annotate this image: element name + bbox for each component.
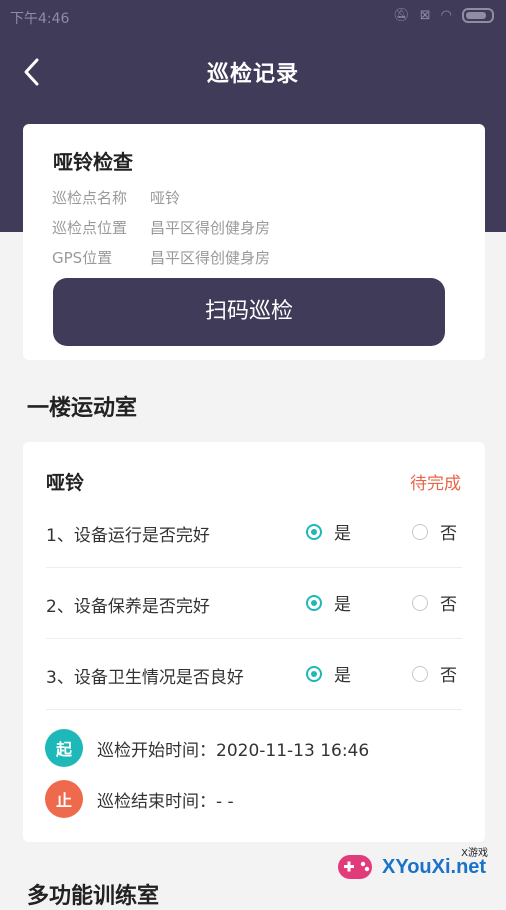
option-no[interactable]: 否 bbox=[412, 519, 457, 544]
radio-unchecked-icon[interactable] bbox=[412, 594, 428, 611]
radio-checked-icon[interactable] bbox=[306, 523, 322, 540]
start-time-row: 起 巡检开始时间：2020-11-13 16:46 bbox=[45, 729, 369, 767]
info-label: 巡检点名称 bbox=[52, 189, 128, 207]
radio-unchecked-icon[interactable] bbox=[412, 523, 428, 540]
mute-icon: 🔕︎ bbox=[393, 8, 410, 23]
info-label: 巡检点位置 bbox=[52, 219, 128, 237]
end-time-row: 止 巡检结束时间：- - bbox=[45, 780, 234, 818]
start-badge: 起 bbox=[45, 729, 83, 767]
option-yes-label: 是 bbox=[334, 524, 351, 544]
status-bar: 下午4:46 🔕︎ ⊠ ◠ bbox=[0, 0, 506, 34]
wifi-icon: ◠ bbox=[440, 8, 452, 23]
sim-icon: ⊠ bbox=[419, 8, 431, 23]
battery-icon bbox=[462, 8, 494, 23]
status-badge: 待完成 bbox=[410, 474, 461, 494]
inspection-point-card: 哑铃检查 巡检点名称 哑铃 巡检点位置 昌平区得创健身房 GPS位置 昌平区得创健身房… bbox=[23, 124, 485, 360]
radio-checked-icon[interactable] bbox=[306, 665, 322, 682]
option-yes-label: 是 bbox=[334, 595, 351, 615]
watermark: XYouXi.net X游戏 bbox=[332, 842, 502, 892]
option-yes[interactable]: 是 bbox=[306, 661, 351, 686]
question-text: 2、设备保养是否完好 bbox=[46, 597, 210, 617]
item-name: 哑铃 bbox=[46, 472, 85, 494]
info-value: 哑铃 bbox=[150, 189, 181, 207]
watermark-small-text: X游戏 bbox=[461, 848, 488, 859]
status-time: 下午4:46 bbox=[10, 11, 70, 27]
radio-unchecked-icon[interactable] bbox=[412, 665, 428, 682]
status-icons: 🔕︎ ⊠ ◠ bbox=[393, 8, 494, 23]
option-no[interactable]: 否 bbox=[412, 590, 457, 615]
scan-inspect-button[interactable]: 扫码巡检 bbox=[53, 278, 445, 346]
page-title: 巡检记录 bbox=[206, 62, 299, 87]
point-card-title: 哑铃检查 bbox=[53, 150, 133, 174]
question-row: 3、设备卫生情况是否良好 是 否 bbox=[46, 639, 462, 710]
start-time-text: 巡检开始时间：2020-11-13 16:46 bbox=[97, 740, 370, 761]
option-yes-label: 是 bbox=[334, 666, 351, 686]
info-row-gps: GPS位置 昌平区得创健身房 bbox=[52, 247, 270, 268]
nav-bar: 巡检记录 bbox=[0, 40, 506, 104]
option-yes[interactable]: 是 bbox=[306, 590, 351, 615]
info-row-name: 巡检点名称 哑铃 bbox=[52, 187, 180, 208]
option-no-label: 否 bbox=[440, 595, 457, 615]
option-yes[interactable]: 是 bbox=[306, 519, 351, 544]
section-title-first-floor: 一楼运动室 bbox=[27, 396, 138, 421]
info-value: 昌平区得创健身房 bbox=[150, 249, 271, 267]
question-row: 1、设备运行是否完好 是 否 bbox=[46, 497, 462, 568]
radio-checked-icon[interactable] bbox=[306, 594, 322, 611]
info-label: GPS位置 bbox=[52, 249, 113, 267]
end-badge: 止 bbox=[45, 780, 83, 818]
gamepad-logo-icon bbox=[338, 855, 372, 879]
info-row-location: 巡检点位置 昌平区得创健身房 bbox=[52, 217, 270, 238]
option-no-label: 否 bbox=[440, 524, 457, 544]
option-no-label: 否 bbox=[440, 666, 457, 686]
option-no[interactable]: 否 bbox=[412, 661, 457, 686]
question-text: 1、设备运行是否完好 bbox=[46, 526, 210, 546]
question-text: 3、设备卫生情况是否良好 bbox=[46, 668, 244, 688]
question-row: 2、设备保养是否完好 是 否 bbox=[46, 568, 462, 639]
inspection-item-card: 哑铃 待完成 1、设备运行是否完好 是 否 2、设备保养是否完好 是 否 3、设… bbox=[23, 442, 485, 842]
section-title-multifunction-room: 多功能训练室 bbox=[27, 884, 160, 909]
info-value: 昌平区得创健身房 bbox=[150, 219, 271, 237]
end-time-text: 巡检结束时间：- - bbox=[97, 791, 234, 812]
